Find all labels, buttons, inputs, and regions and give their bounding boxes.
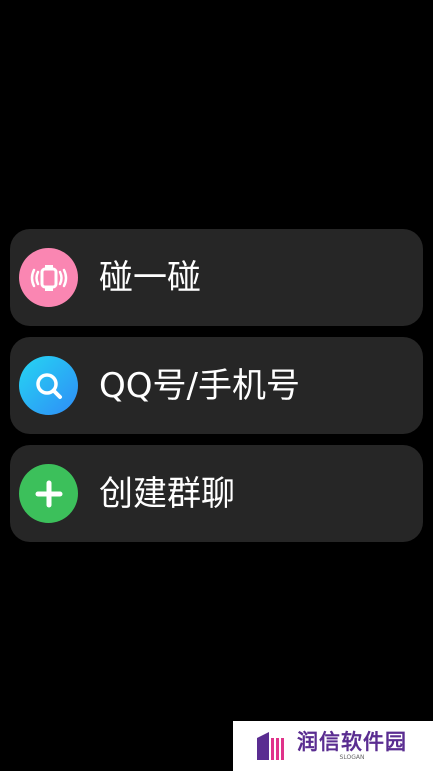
menu-item-bump[interactable]: 碰一碰: [10, 229, 423, 326]
search-icon: [19, 356, 78, 415]
watermark-logo-icon: [257, 732, 284, 760]
watermark-slogan: SLOGAN: [339, 754, 365, 761]
add-menu: 碰一碰 QQ号/手机号 创建群聊: [10, 229, 423, 553]
watermark-name: 润信软件园: [297, 730, 407, 754]
plus-icon: [19, 464, 78, 523]
watermark: 润信软件园 SLOGAN: [233, 721, 433, 771]
menu-item-label: QQ号/手机号: [99, 365, 300, 406]
screen: 碰一碰 QQ号/手机号 创建群聊 润信软件园 SLOGAN: [0, 0, 433, 771]
menu-item-search-qq-phone[interactable]: QQ号/手机号: [10, 337, 423, 434]
menu-item-create-group[interactable]: 创建群聊: [10, 445, 423, 542]
menu-item-label: 碰一碰: [99, 257, 201, 298]
watermark-text: 润信软件园 SLOGAN: [297, 730, 407, 762]
shake-watch-icon: [19, 248, 78, 307]
menu-item-label: 创建群聊: [99, 473, 235, 514]
